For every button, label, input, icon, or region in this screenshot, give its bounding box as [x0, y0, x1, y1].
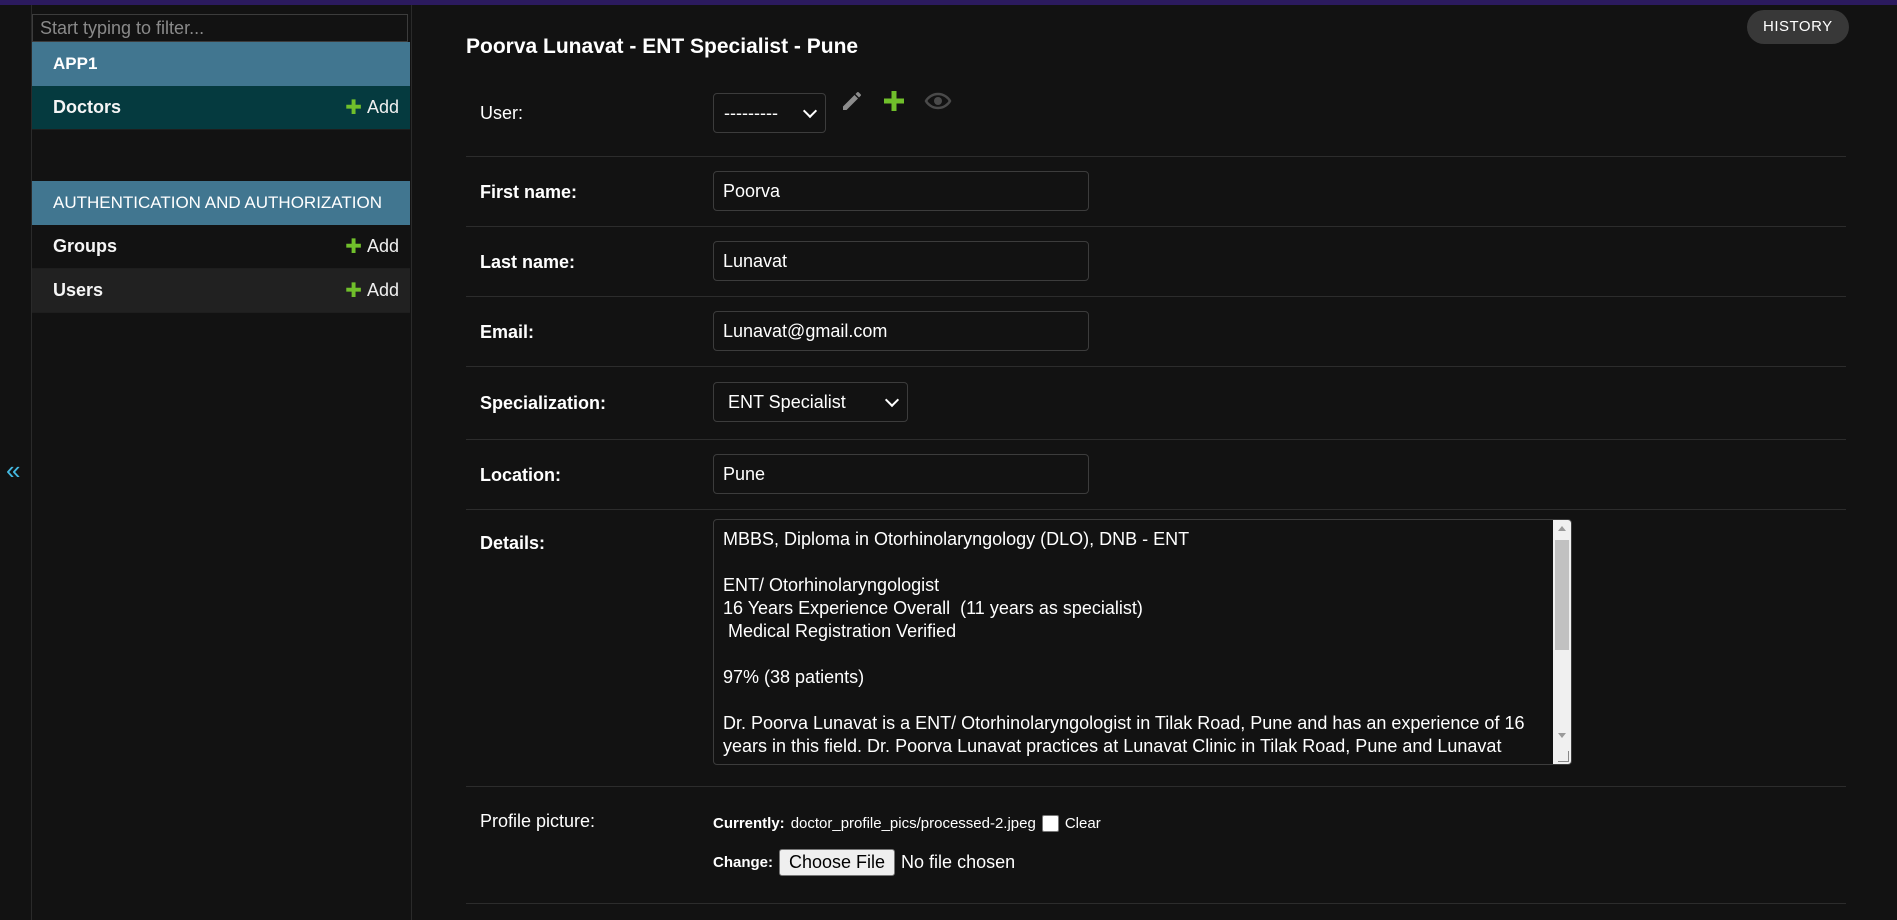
specialization-select[interactable]: ENT Specialist: [713, 382, 908, 422]
chevron-down-icon: [802, 103, 818, 118]
add-label: Add: [366, 236, 399, 256]
sidebar-item-groups[interactable]: Groups ✚ Add: [32, 225, 410, 269]
choose-file-button[interactable]: Choose File: [779, 849, 896, 876]
last-name-input[interactable]: Lunavat: [713, 241, 1089, 281]
change-file-line: Change: Choose File No file chosen: [713, 849, 1015, 876]
module-auth: AUTHENTICATION AND AUTHORIZATION Groups …: [32, 181, 410, 313]
details-textarea[interactable]: MBBS, Diploma in Otorhinolaryngology (DL…: [713, 519, 1572, 765]
collapse-sidebar-icon[interactable]: «: [6, 455, 20, 485]
sidebar-toggle-strip: «: [0, 5, 32, 920]
form-row-last-name: Last name: Lunavat: [466, 227, 1846, 297]
sidebar: APP1 Doctors ✚ Add AUTHENTICATION AND AU…: [31, 5, 412, 920]
history-button[interactable]: HISTORY: [1747, 10, 1849, 44]
location-label: Location:: [480, 465, 561, 485]
currently-label: Currently:: [713, 815, 785, 832]
specialization-label: Specialization:: [480, 393, 607, 413]
plus-icon: ✚: [345, 280, 362, 302]
page-title: Poorva Lunavat - ENT Specialist - Pune: [466, 35, 859, 58]
sidebar-item-label[interactable]: Doctors: [53, 97, 121, 118]
details-scrollbar[interactable]: [1553, 520, 1571, 764]
plus-icon[interactable]: [882, 89, 906, 113]
scroll-up-icon[interactable]: [1558, 526, 1566, 531]
sidebar-item-label[interactable]: Users: [53, 280, 103, 301]
current-file-link[interactable]: doctor_profile_pics/processed-2.jpeg: [791, 815, 1036, 832]
last-name-label: Last name:: [480, 252, 576, 272]
add-user-link[interactable]: ✚ Add: [345, 278, 399, 303]
form-row-location: Location: Pune: [466, 440, 1846, 510]
clear-checkbox[interactable]: [1041, 815, 1059, 832]
resize-grip-icon[interactable]: [1558, 751, 1569, 762]
current-file-line: Currently: doctor_profile_pics/processed…: [713, 815, 1101, 832]
details-text: MBBS, Diploma in Otorhinolaryngology (DL…: [723, 529, 1525, 756]
no-file-chosen-text: No file chosen: [901, 852, 1016, 872]
user-label: User:: [480, 103, 524, 123]
user-select-value: ---------: [724, 103, 778, 123]
eye-icon[interactable]: [924, 89, 952, 113]
user-select[interactable]: ---------: [713, 93, 826, 133]
plus-icon: ✚: [345, 236, 362, 258]
sidebar-item-doctors[interactable]: Doctors ✚ Add: [32, 86, 410, 130]
add-label: Add: [366, 280, 399, 300]
chevron-down-icon: [884, 392, 900, 407]
plus-icon: ✚: [345, 97, 362, 119]
sidebar-filter-input[interactable]: [32, 14, 408, 42]
email-label: Email:: [480, 322, 535, 342]
location-input[interactable]: Pune: [713, 454, 1089, 494]
first-name-label: First name:: [480, 182, 578, 202]
add-group-link[interactable]: ✚ Add: [345, 234, 399, 259]
form-row-email: Email: Lunavat@gmail.com: [466, 297, 1846, 367]
sidebar-item-users[interactable]: Users ✚ Add: [32, 269, 410, 313]
user-related-actions: [840, 89, 952, 113]
pencil-icon[interactable]: [840, 89, 864, 113]
specialization-select-value: ENT Specialist: [728, 392, 846, 412]
email-input[interactable]: Lunavat@gmail.com: [713, 311, 1089, 351]
scroll-thumb[interactable]: [1555, 540, 1569, 650]
change-label: Change:: [713, 854, 773, 871]
first-name-input[interactable]: Poorva: [713, 171, 1089, 211]
add-label: Add: [366, 97, 399, 117]
form-row-profile-picture: Profile picture: Currently: doctor_profi…: [466, 787, 1846, 904]
profile-picture-label: Profile picture:: [480, 811, 596, 831]
details-label: Details:: [480, 533, 546, 553]
module-header-auth[interactable]: AUTHENTICATION AND AUTHORIZATION: [32, 181, 410, 225]
module-header-app1[interactable]: APP1: [32, 42, 410, 86]
module-app1: APP1 Doctors ✚ Add: [32, 42, 410, 130]
form-row-user: User: ---------: [466, 80, 1846, 157]
add-doctor-link[interactable]: ✚ Add: [345, 95, 399, 120]
sidebar-item-label[interactable]: Groups: [53, 236, 117, 257]
scroll-down-icon[interactable]: [1558, 733, 1566, 738]
form-row-first-name: First name: Poorva: [466, 157, 1846, 227]
form-row-specialization: Specialization: ENT Specialist: [466, 367, 1846, 440]
clear-label: Clear: [1064, 815, 1101, 832]
